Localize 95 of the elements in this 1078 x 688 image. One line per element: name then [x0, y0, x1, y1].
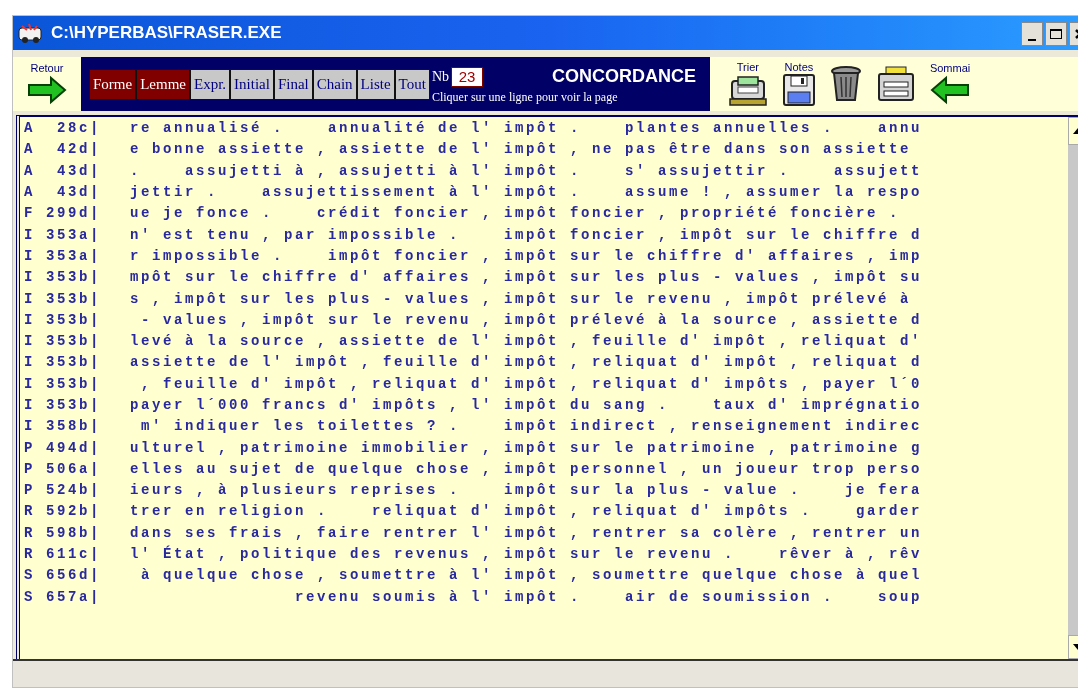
tab[interactable]: Final — [273, 68, 313, 100]
context-text: dans ses frais , faire rentrer l' impôt , rentrer sa colère , rentrer un — [130, 523, 923, 543]
context-text: - values , impôt sur le revenu , impôt prélevé à la source , assiette d — [140, 310, 923, 330]
concordance-line[interactable]: I 353b| levé à la source , assiette de l' impôt , feuille d' impôt , reliquat d' — [24, 330, 1068, 353]
context-text: e bonne assiette , assiette de l' impôt , ne pas être dans son assiette — [130, 140, 912, 160]
context-text: l' État , politique des revenus , impôt sur le revenu . rêver à , rêv — [130, 544, 923, 565]
concordance-line[interactable]: R 611c| l' État , politique des revenus , impôt sur le revenu . rêver à , rêv — [24, 543, 1068, 566]
context-text: n' est tenu , par impossible . impôt foncier , impôt sur le chiffre d — [130, 225, 923, 245]
window-title: C:\HYPERBAS\FRASER.EXE — [51, 22, 282, 45]
concordance-line[interactable]: I 353a| n' est tenu , par impossible . impôt foncier , impôt sur le chiffre d — [24, 224, 1068, 246]
concordance-line[interactable]: I 353b| , feuille d' impôt , reliquat d' impôt , reliquat d' impôts , payer l´0 — [24, 373, 1068, 395]
context-text: ieurs , à plusieurs reprises . impôt sur la plus - value . je fera — [130, 481, 923, 501]
page-reference: P 506a| — [24, 459, 102, 479]
page-reference: I 353b| — [24, 396, 102, 415]
page-reference: R 592b| — [24, 502, 102, 522]
tab[interactable]: Tout — [394, 68, 430, 100]
page-reference: A 43d| — [24, 161, 102, 181]
concordance-line[interactable]: I 353b| mpôt sur le chiffre d' affaires , impôt sur les plus - values , impôt su — [24, 267, 1068, 289]
concordance-line[interactable]: I 358b| m' indiquer les toilettes ? . impôt indirect , renseignement indirec — [24, 416, 1068, 438]
context-text: elles au sujet de quelque chose , impôt personnel , un joueur trop perso — [130, 459, 923, 479]
context-text: levé à la source , assiette de l' impôt , feuille d' impôt , reliquat d' — [130, 332, 923, 352]
context-text: ulturel , patrimoine immobilier , impôt sur le patrimoine , patrimoine g — [130, 438, 923, 458]
view-title: CONCORDANCE — [551, 65, 696, 88]
minimize-icon — [1028, 38, 1036, 41]
app-icon — [17, 22, 43, 44]
page-reference: S 657a| — [24, 587, 102, 607]
context-text: . assujetti à , assujetti à l' impôt . s' assujettir . assujett — [130, 161, 923, 181]
tab[interactable]: Liste — [356, 68, 395, 100]
sort-button[interactable]: Trier — [727, 61, 768, 107]
printer-icon[interactable] — [875, 65, 916, 103]
page-reference: I 353b| — [24, 268, 102, 288]
page-reference: I 353a| — [24, 246, 102, 266]
page-reference: R 611c| — [24, 545, 102, 565]
page-reference: A 28c| — [24, 119, 102, 139]
concordance-line[interactable]: S 656d| à quelque chose , soumettre à l' impôt , soumettre quelque chose à quel — [24, 565, 1068, 587]
tab[interactable]: Lemme — [136, 68, 190, 100]
page-reference: A 43d| — [24, 183, 102, 203]
page-reference: F 299d| — [24, 204, 102, 224]
count-field: 23 — [451, 66, 484, 87]
context-text: , feuille d' impôt , reliquat d' impôt , reliquat d' impôts , payer l´0 — [140, 374, 923, 394]
concordance-line[interactable]: F 299d| ue je fonce . crédit foncier , impôt foncier , propriété foncière . — [24, 203, 1068, 225]
tab[interactable]: Initial — [230, 68, 274, 100]
concordance-line[interactable]: P 506a| elles au sujet de quelque chose , impôt personnel , un joueur trop perso — [24, 458, 1068, 481]
context-text: ue je fonce . crédit foncier , impôt foncier , propriété foncière . — [130, 204, 901, 224]
page-reference: I 353b| — [24, 310, 102, 330]
concordance-line[interactable]: A 43d| . assujetti à , assujetti à l' impôt . s' assujettir . assujett — [24, 160, 1068, 182]
context-text: trer en religion . reliquat d' impôt , reliquat d' impôts . garder — [130, 502, 923, 522]
concordance-line[interactable]: A 43d| jettir . assujettissement à l' impôt . assume ! , assumer la respo — [24, 181, 1068, 204]
page-reference: I 358b| — [24, 417, 102, 437]
context-text: jettir . assujettissement à l' impôt . assume ! , assumer la respo — [130, 183, 923, 203]
page-reference: I 353b| — [24, 353, 102, 373]
page-reference: I 353b| — [24, 289, 102, 309]
concordance-line[interactable]: A 28c| re annualisé . annualité de l' impôt . plantes annuelles . annu — [24, 118, 1068, 140]
concordance-line[interactable]: I 353b| s , impôt sur les plus - values , impôt sur le revenu , impôt prélevé à — [24, 288, 1068, 310]
context-text: assiette de l' impôt , feuille d' impôt , reliquat d' impôt , reliquat d — [130, 353, 923, 373]
page-reference: A 42d| — [24, 140, 102, 160]
minimize-button[interactable] — [1021, 21, 1043, 46]
concordance-line[interactable]: P 524b| ieurs , à plusieurs reprises . impôt sur la plus - value . je fera — [24, 480, 1068, 502]
context-text: s , impôt sur les plus - values , impôt sur le revenu , impôt prélevé à — [130, 289, 912, 309]
concordance-line[interactable]: I 353b| - values , impôt sur le revenu , impôt prélevé à la source , assiette d — [24, 309, 1068, 331]
page-reference: S 656d| — [24, 566, 102, 586]
concordance-line[interactable]: I 353b| payer l´000 francs d' impôts , l' impôt du sang . taux d' imprégnatio — [24, 394, 1068, 417]
trash-icon[interactable] — [829, 65, 862, 103]
maximize-button[interactable] — [1045, 21, 1067, 46]
tab[interactable]: Chain — [312, 68, 357, 100]
concordance-line[interactable]: R 592b| trer en religion . reliquat d' impôt , reliquat d' impôts . garder — [24, 501, 1068, 523]
context-text: à quelque chose , soumettre à l' impôt , soumettre quelque chose à quel — [140, 566, 923, 586]
page-reference: R 598b| — [24, 523, 102, 543]
page-reference: P 524b| — [24, 481, 102, 501]
context-text: re annualisé . annualité de l' impôt . plantes annuelles . annu — [130, 119, 923, 139]
hint-text: Cliquer sur une ligne pour voir la page — [431, 90, 619, 105]
concordance-line[interactable]: S 657a| revenu soumis à l' impôt . air de soumission . soup — [24, 586, 1068, 608]
tab[interactable]: Expr. — [190, 68, 231, 100]
arrow-right-icon — [27, 73, 67, 106]
concordance-line[interactable]: A 42d| e bonne assiette , assiette de l' impôt , ne pas être dans son assiette — [24, 139, 1068, 161]
notes-button[interactable]: Notes — [781, 61, 816, 107]
context-text: r impossible . impôt foncier , impôt sur le chiffre d' affaires , imp — [130, 246, 923, 266]
count-label: Nb — [431, 68, 450, 86]
context-text: m' indiquer les toilettes ? . impôt indirect , renseignement indirec — [140, 417, 923, 437]
context-text: mpôt sur le chiffre d' affaires , impôt sur les plus - values , impôt su — [130, 268, 923, 288]
page-reference: I 353b| — [24, 332, 102, 352]
page-reference: P 494d| — [24, 438, 102, 458]
summary-button[interactable]: Sommai — [929, 62, 971, 106]
page-reference: I 353a| — [24, 225, 102, 245]
concordance-line[interactable]: R 598b| dans ses frais , faire rentrer l' impôt , rentrer sa colère , rentrer un — [24, 522, 1068, 544]
back-button[interactable]: Retour — [13, 57, 83, 111]
concordance-line[interactable]: I 353a| r impossible . impôt foncier , impôt sur le chiffre d' affaires , imp — [24, 245, 1068, 268]
context-text: revenu soumis à l' impôt . air de soumission . soup — [294, 587, 923, 607]
context-text: payer l´000 francs d' impôts , l' impôt du sang . taux d' imprégnatio — [130, 396, 923, 415]
tab[interactable]: Forme — [89, 68, 137, 100]
arrow-left-icon — [930, 73, 971, 106]
concordance-line[interactable]: P 494d| ulturel , patrimoine immobilier , impôt sur le patrimoine , patrimoine g — [24, 437, 1068, 459]
maximize-icon — [1050, 28, 1062, 39]
page-reference: I 353b| — [24, 374, 102, 394]
concordance-line[interactable]: I 353b| assiette de l' impôt , feuille d' impôt , reliquat d' impôt , reliquat d — [24, 352, 1068, 374]
